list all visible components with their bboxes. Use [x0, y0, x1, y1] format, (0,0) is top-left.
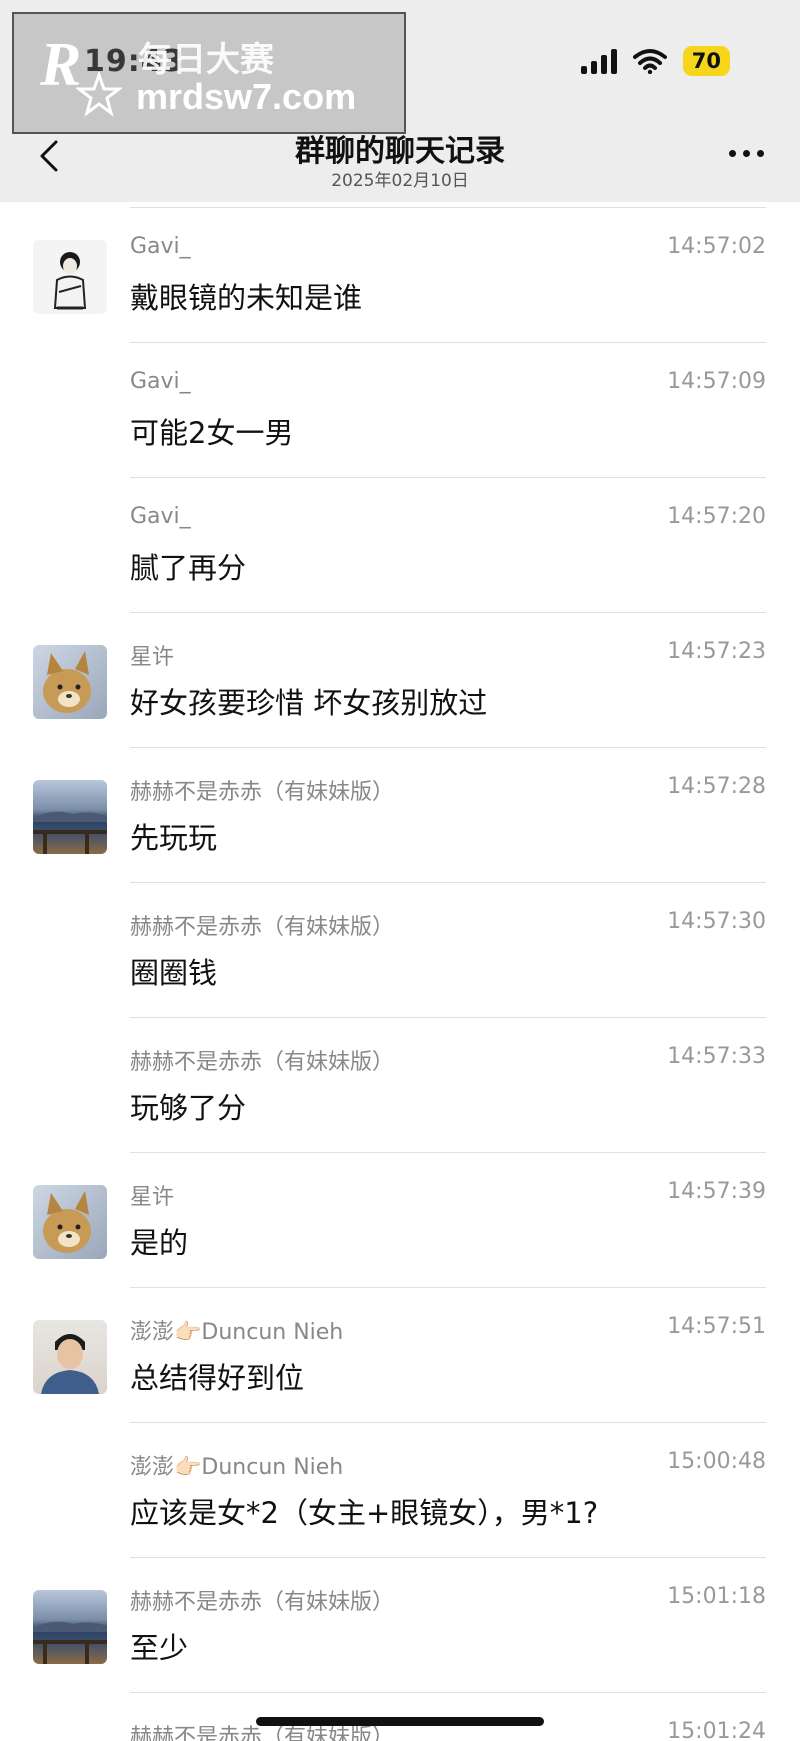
sender-name: 赫赫不是赤赤（有妹妹版） — [130, 780, 395, 805]
sender-name: Gavi_ — [130, 369, 191, 394]
message-time: 15:01:24 — [667, 1719, 766, 1741]
message-text: 好女孩要珍惜 坏女孩别放过 — [130, 686, 488, 720]
message-time: 14:57:09 — [667, 369, 766, 394]
watermark-text: 每日大赛 — [138, 40, 274, 80]
watermark: R 每日大赛 mrdsw7.com — [12, 12, 406, 134]
message-item[interactable]: 赫赫不是赤赤（有妹妹版） 14:57:28 先玩玩 — [0, 742, 800, 877]
sender-name: 赫赫不是赤赤（有妹妹版） — [130, 915, 395, 940]
message-item[interactable]: 赫赫不是赤赤（有妹妹版） 14:57:30 圈圈钱 — [0, 877, 800, 1012]
message-text: 先玩玩 — [130, 821, 218, 855]
avatar[interactable] — [33, 645, 107, 719]
message-item[interactable]: 澎澎👉🏻Duncun Nieh 14:57:51 总结得好到位 — [0, 1282, 800, 1417]
dot-icon — [757, 150, 764, 157]
sender-name: Gavi_ — [130, 234, 191, 259]
avatar[interactable] — [33, 240, 107, 314]
message-time: 14:57:51 — [667, 1314, 766, 1339]
message-time: 14:57:33 — [667, 1044, 766, 1069]
message-text: 戴眼镜的未知是谁 — [130, 281, 363, 315]
message-text: 玩够了分 — [130, 1091, 247, 1125]
message-text: 总结得好到位 — [130, 1361, 305, 1395]
message-time: 14:57:30 — [667, 909, 766, 934]
message-item[interactable]: 赫赫不是赤赤（有妹妹版） 14:57:33 玩够了分 — [0, 1012, 800, 1147]
avatar[interactable] — [33, 1320, 107, 1394]
avatar[interactable] — [33, 1590, 107, 1664]
message-time: 14:57:02 — [667, 234, 766, 259]
battery-indicator: 70 — [682, 46, 730, 76]
message-item[interactable]: 赫赫不是赤赤（有妹妹版） 15:01:24 — [0, 1687, 800, 1741]
message-item[interactable]: 星许 14:57:39 是的 — [0, 1147, 800, 1282]
dot-icon — [729, 150, 736, 157]
message-time: 15:01:18 — [667, 1584, 766, 1609]
message-time: 14:57:39 — [667, 1179, 766, 1204]
home-indicator[interactable] — [256, 1717, 544, 1726]
sender-name: 赫赫不是赤赤（有妹妹版） — [130, 1050, 395, 1075]
message-text: 圈圈钱 — [130, 956, 218, 990]
status-indicators: 70 — [580, 46, 730, 76]
avatar[interactable] — [33, 1185, 107, 1259]
dot-icon — [743, 150, 750, 157]
sender-name: 赫赫不是赤赤（有妹妹版） — [130, 1590, 395, 1615]
sender-name: 澎澎👉🏻Duncun Nieh — [130, 1320, 344, 1345]
message-time: 15:00:48 — [667, 1449, 766, 1474]
message-text: 是的 — [130, 1226, 189, 1260]
page-subtitle: 2025年02月10日 — [331, 171, 469, 191]
message-item[interactable]: 澎澎👉🏻Duncun Nieh 15:00:48 应该是女*2（女主+眼镜女），… — [0, 1417, 800, 1552]
star-icon — [76, 72, 122, 117]
sender-name: 星许 — [130, 645, 175, 670]
sender-name: 澎澎👉🏻Duncun Nieh — [130, 1455, 344, 1480]
message-time: 14:57:23 — [667, 639, 766, 664]
message-text: 应该是女*2（女主+眼镜女），男*1? — [130, 1496, 599, 1530]
sender-name: Gavi_ — [130, 504, 191, 529]
message-item[interactable]: 赫赫不是赤赤（有妹妹版） 15:01:18 至少 — [0, 1552, 800, 1687]
message-text: 腻了再分 — [130, 551, 247, 585]
message-text: 可能2女一男 — [130, 416, 294, 450]
message-time: 14:57:28 — [667, 774, 766, 799]
sender-name: 星许 — [130, 1185, 175, 1210]
avatar[interactable] — [33, 780, 107, 854]
message-list[interactable]: Gavi_ 14:57:02 戴眼镜的未知是谁 Gavi_ 14:57:09 可… — [0, 202, 800, 1741]
message-time: 14:57:20 — [667, 504, 766, 529]
header: 19:43 70 群聊的聊天记录 2025年02月10日 R 每日大赛 mrds… — [0, 0, 800, 202]
message-text: 至少 — [130, 1631, 189, 1665]
message-item[interactable]: 星许 14:57:23 好女孩要珍惜 坏女孩别放过 — [0, 607, 800, 742]
watermark-url: mrdsw7.com — [136, 76, 357, 117]
message-item[interactable]: Gavi_ 14:57:20 腻了再分 — [0, 472, 800, 607]
more-options-button[interactable] — [729, 150, 764, 157]
wifi-icon — [632, 49, 667, 74]
message-item[interactable]: Gavi_ 14:57:09 可能2女一男 — [0, 337, 800, 472]
message-item[interactable]: Gavi_ 14:57:02 戴眼镜的未知是谁 — [0, 202, 800, 337]
signal-icon — [580, 48, 617, 74]
